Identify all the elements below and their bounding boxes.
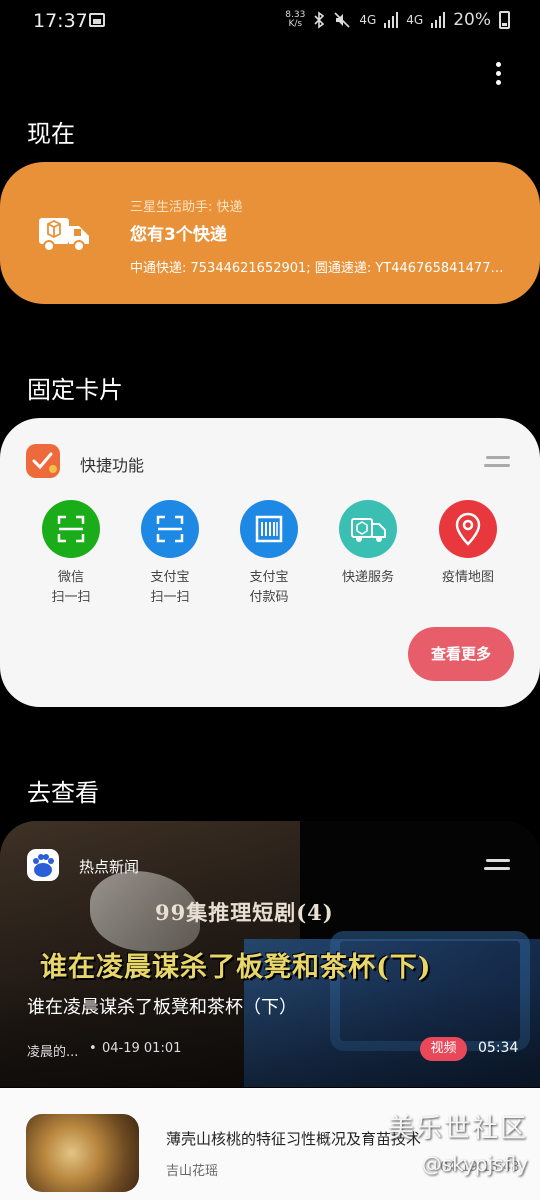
delivery-app-label: 三星生活助手: 快递 — [130, 200, 243, 215]
network-speed: 8.33 K/s — [285, 10, 306, 29]
shortcut-wechat-scan[interactable]: 微信 扫一扫 — [21, 500, 121, 608]
network-type-2: 4G — [406, 13, 424, 27]
delivery-card[interactable]: 三星生活助手: 快递 您有3个快递 中通快递: 75344621652901; … — [0, 162, 540, 304]
section-title-now: 现在 — [27, 120, 75, 148]
shortcut-alipay-paycode[interactable]: 支付宝 付款码 — [219, 500, 319, 608]
shortcut-card-title: 快捷功能 — [80, 456, 145, 475]
separator-dot: • — [89, 1041, 97, 1056]
shortcut-epidemic-map[interactable]: 疫情地图 — [418, 500, 518, 588]
shortcut-label: 扫一扫 — [51, 590, 91, 605]
shortcut-alipay-scan[interactable]: 支付宝 扫一扫 — [120, 500, 220, 608]
video-caption-title: 谁在凌晨谋杀了板凳和茶杯(下) — [40, 952, 432, 983]
see-more-button[interactable]: 查看更多 — [408, 627, 514, 681]
drag-handle-icon[interactable] — [484, 456, 510, 472]
walnut-thumbnail — [26, 1114, 139, 1192]
shortcut-label: 扫一扫 — [150, 590, 190, 605]
map-pin-icon — [439, 500, 497, 558]
section-title-explore: 去查看 — [27, 779, 99, 807]
status-time: 17:37 — [33, 10, 88, 32]
drag-handle-icon[interactable] — [484, 859, 510, 875]
delivery-truck-icon — [37, 214, 91, 258]
news-app-name: 热点新闻 — [79, 858, 140, 876]
barcode-icon — [240, 500, 298, 558]
baidu-logo-icon — [27, 849, 59, 881]
shortcut-label: 微信 — [57, 570, 84, 585]
status-icons: 8.33 K/s 4G 4G 20% — [285, 10, 510, 30]
shortcut-label: 疫情地图 — [441, 570, 494, 585]
network-type-1: 4G — [359, 13, 377, 27]
watermark-site: 美乐世社区 — [387, 1114, 528, 1144]
news-headline: 谁在凌晨谋杀了板凳和茶杯（下） — [27, 997, 297, 1018]
video-badge: 视频 — [420, 1037, 467, 1061]
shortcut-card: 快捷功能 微信 扫一扫 支付宝 扫一扫 支付宝 付款码 快递服务 疫情地图 查看… — [0, 418, 540, 707]
battery-percent: 20% — [453, 10, 491, 30]
news-card[interactable]: 热点新闻 99集推理短剧(4) 谁在凌晨谋杀了板凳和茶杯(下) 谁在凌晨谋杀了板… — [0, 821, 540, 1087]
shortcut-label: 支付宝 — [150, 570, 190, 585]
news-source: 凌晨的... — [27, 1045, 79, 1060]
bluetooth-icon — [314, 11, 325, 29]
video-duration: 05:34 — [478, 1040, 519, 1056]
video-caption-episode: 99集推理短剧(4) — [155, 900, 334, 925]
shortcut-label: 付款码 — [249, 590, 289, 605]
shortcut-label: 支付宝 — [249, 570, 289, 585]
delivery-title: 您有3个快递 — [130, 225, 227, 245]
scan-icon — [141, 500, 199, 558]
section-title-pinned: 固定卡片 — [27, 376, 123, 404]
more-options-icon[interactable] — [496, 62, 502, 86]
shortcut-label: 快递服务 — [341, 570, 394, 585]
list-item-title: 薄壳山核桃的特征习性概况及育苗技术 — [166, 1130, 422, 1148]
news-date: 04-19 01:01 — [102, 1041, 182, 1056]
shortcut-app-icon — [26, 444, 60, 478]
delivery-truck-icon — [339, 500, 397, 558]
shortcut-delivery-service[interactable]: 快递服务 — [318, 500, 418, 588]
watermark-user: @skypjsfly — [421, 1152, 528, 1176]
status-bar: 17:37 8.33 K/s 4G 4G 20% — [0, 0, 540, 44]
gallery-notification-icon — [89, 13, 105, 27]
list-item-author: 吉山花瑶 — [166, 1164, 219, 1179]
signal-icon-1 — [384, 12, 399, 28]
signal-icon-2 — [431, 12, 446, 28]
battery-icon — [499, 11, 510, 29]
delivery-detail: 中通快递: 75344621652901; 圆通速递: YT4467658414… — [130, 261, 508, 276]
mute-icon — [334, 12, 350, 28]
scan-icon — [42, 500, 100, 558]
